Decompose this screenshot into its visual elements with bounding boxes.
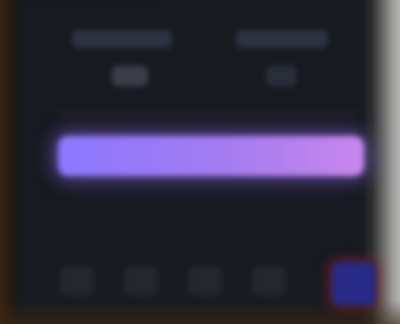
stat-right-label bbox=[236, 30, 328, 48]
stat-right bbox=[228, 26, 348, 96]
primary-action-button[interactable] bbox=[58, 136, 364, 176]
bottom-edge-shadow bbox=[0, 300, 400, 324]
main-panel bbox=[18, 0, 376, 324]
stat-right-value bbox=[266, 66, 296, 86]
stat-left bbox=[72, 26, 192, 96]
nav-tab-4[interactable] bbox=[252, 266, 286, 296]
app-window bbox=[0, 0, 400, 324]
stat-left-value bbox=[112, 66, 148, 86]
stat-left-label bbox=[72, 30, 172, 48]
divider bbox=[58, 112, 358, 114]
nav-tab-1[interactable] bbox=[60, 266, 94, 296]
nav-tab-3[interactable] bbox=[188, 266, 222, 296]
nav-tab-2[interactable] bbox=[124, 266, 158, 296]
